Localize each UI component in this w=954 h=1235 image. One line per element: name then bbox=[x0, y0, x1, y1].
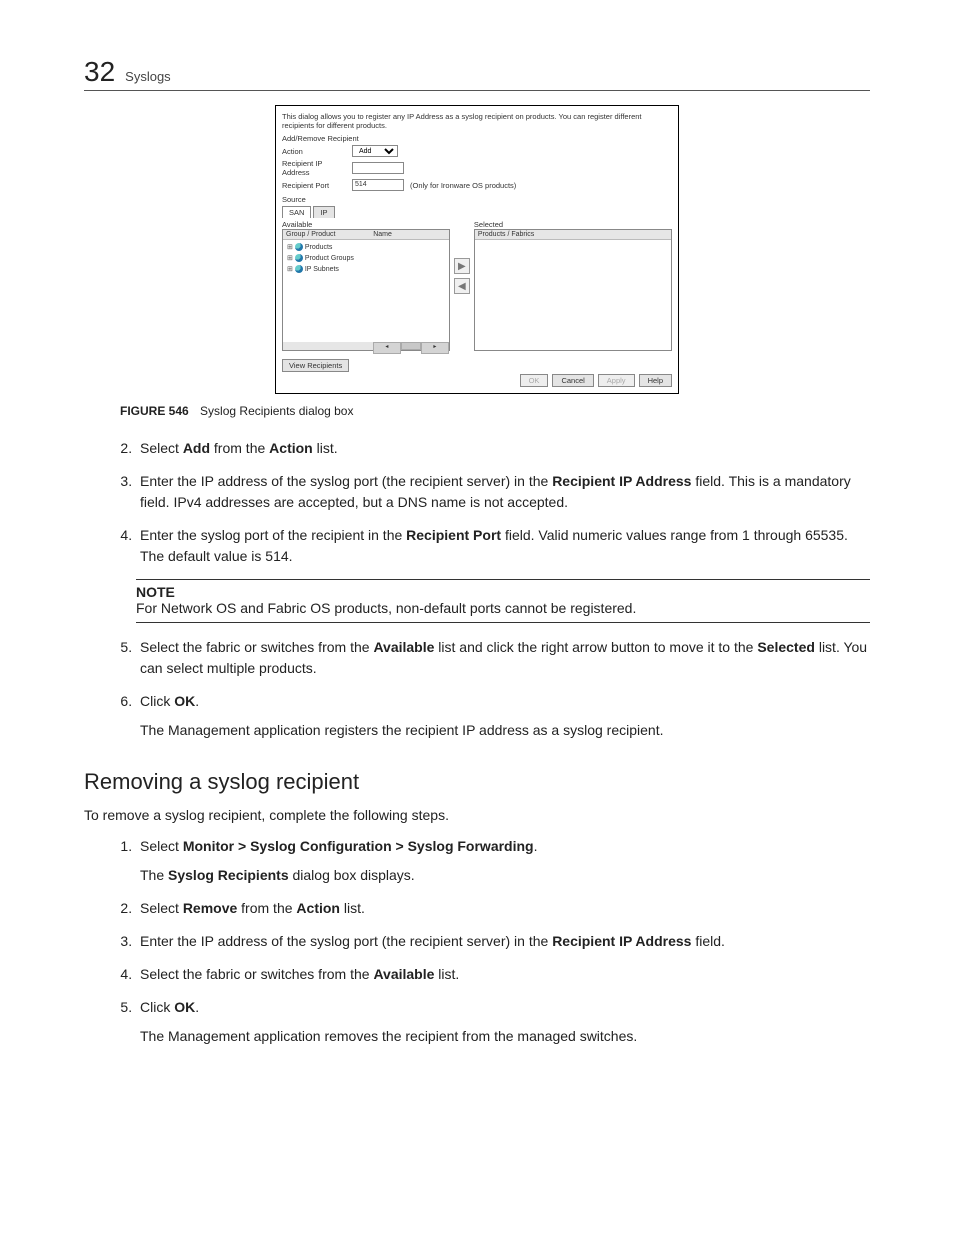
selected-pane: Products / Fabrics bbox=[474, 229, 672, 351]
source-label: Source bbox=[282, 195, 672, 204]
tree-node-ip-subnets[interactable]: IP Subnets bbox=[287, 264, 445, 275]
step-3: Enter the IP address of the syslog port … bbox=[136, 471, 870, 513]
available-pane: Group / Product Name Products Product Gr… bbox=[282, 229, 450, 351]
tree-node-product-groups[interactable]: Product Groups bbox=[287, 253, 445, 264]
tab-san[interactable]: SAN bbox=[282, 206, 311, 218]
steps-part-a: Select Add from the Action list. Enter t… bbox=[84, 438, 870, 567]
note-block: NOTE For Network OS and Fabric OS produc… bbox=[136, 579, 870, 623]
tab-ip[interactable]: IP bbox=[313, 206, 334, 218]
chapter-title: Syslogs bbox=[125, 69, 171, 84]
steps-removing: Select Monitor > Syslog Configuration > … bbox=[84, 836, 870, 1047]
selected-title: Selected bbox=[474, 220, 672, 229]
ok-button[interactable]: OK bbox=[520, 374, 549, 387]
available-col-group: Group / Product bbox=[286, 231, 373, 238]
cancel-button[interactable]: Cancel bbox=[552, 374, 593, 387]
scroll-left-icon[interactable]: ◂ bbox=[373, 342, 401, 354]
available-scrollbar[interactable]: ◂ ▸ bbox=[283, 342, 449, 350]
figure-label: FIGURE 546 bbox=[120, 404, 189, 418]
section-heading-removing: Removing a syslog recipient bbox=[84, 769, 870, 795]
section-intro: To remove a syslog recipient, complete t… bbox=[84, 805, 870, 826]
recipient-port-label: Recipient Port bbox=[282, 181, 346, 190]
action-select[interactable]: Add bbox=[352, 145, 398, 157]
view-recipients-button[interactable]: View Recipients bbox=[282, 359, 349, 372]
tree-node-products[interactable]: Products bbox=[287, 242, 445, 253]
available-title: Available bbox=[282, 220, 450, 229]
rstep-1: Select Monitor > Syslog Configuration > … bbox=[136, 836, 870, 886]
step-4: Enter the syslog port of the recipient i… bbox=[136, 525, 870, 567]
action-label: Action bbox=[282, 147, 346, 156]
note-label: NOTE bbox=[136, 584, 870, 600]
step-6: Click OK. The Management application reg… bbox=[136, 691, 870, 741]
port-hint: (Only for Ironware OS products) bbox=[410, 181, 516, 190]
move-left-button[interactable]: ◀ bbox=[454, 278, 470, 294]
rstep-2: Select Remove from the Action list. bbox=[136, 898, 870, 919]
chapter-number: 32 bbox=[84, 56, 115, 88]
figure-text: Syslog Recipients dialog box bbox=[200, 404, 353, 418]
help-button[interactable]: Help bbox=[639, 374, 672, 387]
rstep-4: Select the fabric or switches from the A… bbox=[136, 964, 870, 985]
move-right-button[interactable]: ▶ bbox=[454, 258, 470, 274]
available-col-name: Name bbox=[373, 231, 446, 238]
recipient-port-input[interactable]: 514 bbox=[352, 179, 404, 191]
scroll-right-icon[interactable]: ▸ bbox=[421, 342, 449, 354]
addremove-label: Add/Remove Recipient bbox=[282, 134, 672, 143]
rstep-5-sub: The Management application removes the r… bbox=[140, 1026, 870, 1047]
rstep-5: Click OK. The Management application rem… bbox=[136, 997, 870, 1047]
syslog-recipients-dialog: This dialog allows you to register any I… bbox=[275, 105, 679, 394]
rstep-3: Enter the IP address of the syslog port … bbox=[136, 931, 870, 952]
step-6-sub: The Management application registers the… bbox=[140, 720, 870, 741]
figure-caption: FIGURE 546 Syslog Recipients dialog box bbox=[120, 404, 870, 418]
rstep-1-sub: The Syslog Recipients dialog box display… bbox=[140, 865, 870, 886]
recipient-ip-input[interactable] bbox=[352, 162, 404, 174]
selected-col-products: Products / Fabrics bbox=[478, 231, 534, 238]
recipient-ip-label: Recipient IP Address bbox=[282, 159, 346, 177]
step-2: Select Add from the Action list. bbox=[136, 438, 870, 459]
dialog-description: This dialog allows you to register any I… bbox=[282, 112, 672, 130]
step-5: Select the fabric or switches from the A… bbox=[136, 637, 870, 679]
steps-part-b: Select the fabric or switches from the A… bbox=[84, 637, 870, 741]
note-text: For Network OS and Fabric OS products, n… bbox=[136, 600, 636, 616]
page-header: 32 Syslogs bbox=[84, 56, 870, 91]
apply-button[interactable]: Apply bbox=[598, 374, 635, 387]
